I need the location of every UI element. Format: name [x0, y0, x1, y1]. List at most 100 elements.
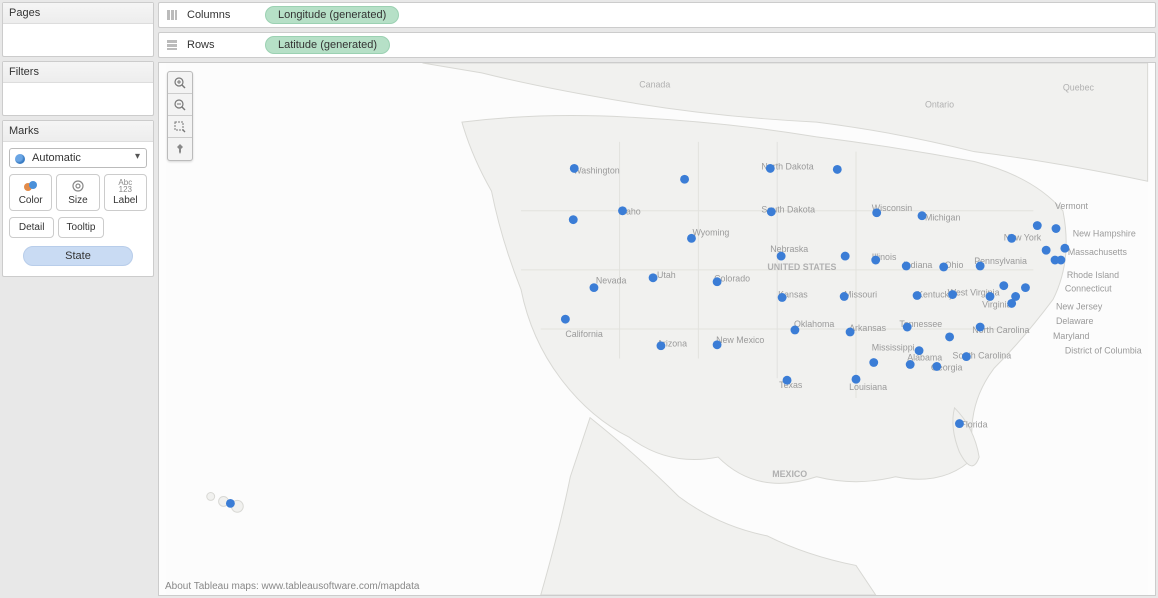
map-canvas[interactable]: Canada Ontario Quebec UNITED STATES MEXI… — [159, 63, 1155, 595]
data-point[interactable] — [903, 323, 912, 332]
pages-card: Pages — [2, 2, 154, 57]
data-point[interactable] — [948, 290, 957, 299]
data-point[interactable] — [713, 340, 722, 349]
mark-type-dropdown[interactable]: Automatic — [9, 148, 147, 168]
data-point[interactable] — [962, 352, 971, 361]
columns-label: Columns — [187, 9, 257, 21]
label-label: Label — [113, 195, 137, 206]
state-pill[interactable]: State — [23, 246, 133, 266]
state-label: Delaware — [1056, 316, 1093, 326]
data-point[interactable] — [976, 323, 985, 332]
map-attribution: About Tableau maps: www.tableausoftware.… — [165, 581, 419, 592]
data-point[interactable] — [767, 207, 776, 216]
data-point[interactable] — [841, 252, 850, 261]
data-point[interactable] — [778, 293, 787, 302]
tooltip-button[interactable]: Tooltip — [58, 217, 103, 238]
data-point[interactable] — [913, 291, 922, 300]
zoom-out-button[interactable] — [168, 94, 192, 116]
state-label: Utah — [657, 270, 676, 280]
state-label: Michigan — [925, 213, 961, 223]
data-point[interactable] — [226, 499, 235, 508]
label-quebec: Quebec — [1063, 83, 1095, 93]
data-point[interactable] — [1042, 246, 1051, 255]
data-point[interactable] — [618, 206, 627, 215]
data-point[interactable] — [918, 211, 927, 220]
marks-title: Marks — [3, 121, 153, 142]
pages-body[interactable] — [3, 24, 153, 56]
filters-body[interactable] — [3, 83, 153, 115]
map-view[interactable]: Canada Ontario Quebec UNITED STATES MEXI… — [158, 62, 1156, 596]
data-point[interactable] — [1021, 283, 1030, 292]
state-label: Nevada — [596, 276, 627, 286]
data-point[interactable] — [590, 283, 599, 292]
data-point[interactable] — [777, 252, 786, 261]
columns-pill[interactable]: Longitude (generated) — [265, 6, 399, 24]
pin-button[interactable] — [168, 138, 192, 160]
label-button[interactable]: Abc123 Label — [104, 174, 147, 211]
data-point[interactable] — [1033, 221, 1042, 230]
state-label: South Carolina — [953, 351, 1012, 361]
data-point[interactable] — [570, 164, 579, 173]
data-point[interactable] — [680, 175, 689, 184]
data-point[interactable] — [766, 164, 775, 173]
rows-label: Rows — [187, 39, 257, 51]
detail-button[interactable]: Detail — [9, 217, 54, 238]
columns-icon — [165, 8, 179, 22]
data-point[interactable] — [852, 375, 861, 384]
state-label: New Mexico — [716, 335, 764, 345]
state-label: Arkansas — [849, 323, 887, 333]
rows-icon — [165, 38, 179, 52]
label-icon: Abc123 — [116, 179, 134, 193]
zoom-area-button[interactable] — [168, 116, 192, 138]
label-mexico: MEXICO — [772, 469, 807, 479]
data-point[interactable] — [955, 419, 964, 428]
data-point[interactable] — [657, 341, 666, 350]
zoom-in-button[interactable] — [168, 72, 192, 94]
data-point[interactable] — [915, 346, 924, 355]
data-point[interactable] — [790, 326, 799, 335]
data-point[interactable] — [906, 360, 915, 369]
color-button[interactable]: Color — [9, 174, 52, 211]
data-point[interactable] — [833, 165, 842, 174]
map-toolbar — [167, 71, 193, 161]
data-point[interactable] — [713, 277, 722, 286]
data-point[interactable] — [945, 332, 954, 341]
label-us: UNITED STATES — [767, 262, 836, 272]
data-point[interactable] — [986, 292, 995, 301]
left-panel: Pages Filters Marks Automatic Color — [0, 0, 156, 598]
rows-pill[interactable]: Latitude (generated) — [265, 36, 390, 54]
label-ontario: Ontario — [925, 99, 954, 109]
data-point[interactable] — [840, 292, 849, 301]
state-label: Virginia — [982, 299, 1011, 309]
data-point[interactable] — [999, 281, 1008, 290]
state-label: Missouri — [844, 289, 877, 299]
data-point[interactable] — [561, 315, 570, 324]
data-point[interactable] — [783, 376, 792, 385]
state-label: Vermont — [1055, 201, 1089, 211]
data-point[interactable] — [932, 362, 941, 371]
right-panel: Columns Longitude (generated) Rows Latit… — [156, 0, 1158, 598]
data-point[interactable] — [687, 234, 696, 243]
state-label: California — [565, 329, 602, 339]
size-button[interactable]: Size — [56, 174, 99, 211]
data-point[interactable] — [1007, 234, 1016, 243]
data-point[interactable] — [872, 208, 881, 217]
data-point[interactable] — [569, 215, 578, 224]
marks-card: Marks Automatic Color Size — [2, 120, 154, 277]
data-point[interactable] — [1052, 224, 1061, 233]
tooltip-label: Tooltip — [67, 222, 96, 233]
data-point[interactable] — [976, 262, 985, 271]
columns-shelf[interactable]: Columns Longitude (generated) — [158, 2, 1156, 28]
data-point[interactable] — [871, 256, 880, 265]
state-label: Massachusetts — [1068, 247, 1128, 257]
data-point[interactable] — [649, 273, 658, 282]
data-point[interactable] — [939, 263, 948, 272]
data-point[interactable] — [869, 358, 878, 367]
rows-shelf[interactable]: Rows Latitude (generated) — [158, 32, 1156, 58]
data-point[interactable] — [902, 262, 911, 271]
data-point[interactable] — [1007, 299, 1016, 308]
data-point[interactable] — [846, 328, 855, 337]
data-point[interactable] — [1060, 244, 1069, 253]
state-label: Oklahoma — [794, 319, 834, 329]
data-point[interactable] — [1056, 256, 1065, 265]
